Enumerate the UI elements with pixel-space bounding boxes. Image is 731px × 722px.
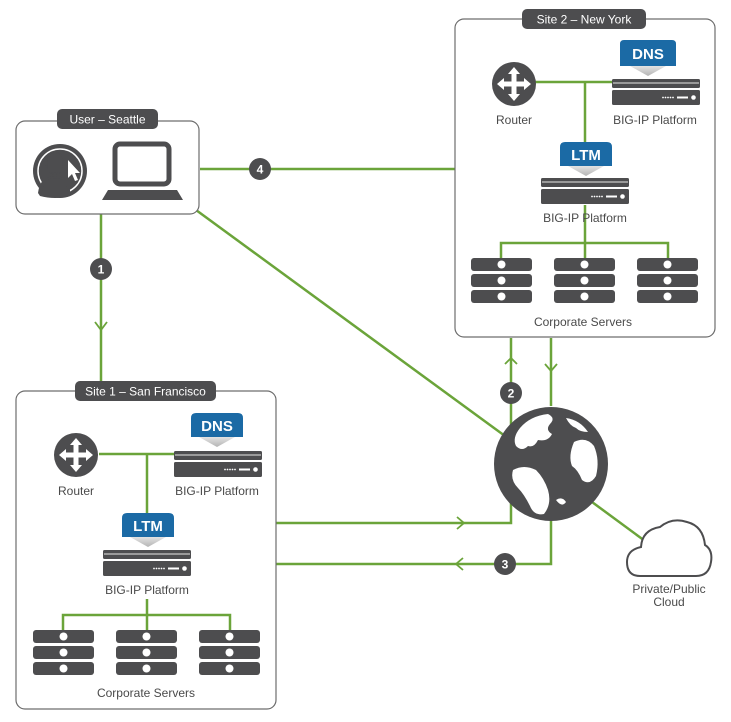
router-icon (492, 62, 536, 106)
site1-server-icon (199, 630, 260, 675)
site2-ltm-badge-label: LTM (571, 147, 601, 164)
link-site1-internet-out (276, 490, 513, 525)
user-site-title: User – Seattle (69, 113, 145, 127)
step-3-marker: 3 (494, 553, 516, 575)
step-4-label: 4 (257, 163, 264, 177)
site2-dns-badge-label: DNS (632, 46, 664, 63)
user-cursor-icon (33, 144, 87, 198)
cloud-label-line1: Private/Public (632, 582, 705, 596)
site1-title: Site 1 – San Francisco (85, 385, 206, 399)
site2-server-icon (637, 258, 698, 303)
site1-ltm-bigip-icon (103, 550, 191, 576)
cloud-label-line2: Cloud (653, 595, 684, 609)
user-site: User – Seattle (15, 109, 200, 215)
site1-router-label: Router (58, 484, 94, 498)
site2: Site 2 – New York Router DNS BIG-IP Plat… (454, 9, 716, 338)
site2-server-icon (471, 258, 532, 303)
site2-server-icon (554, 258, 615, 303)
site2-dns-platform-label: BIG-IP Platform (613, 113, 697, 127)
site2-ltm-bigip-icon (541, 178, 629, 204)
globe-icon (494, 407, 608, 521)
site1-servers-label: Corporate Servers (97, 686, 195, 700)
site1-dns-badge-label: DNS (201, 418, 233, 435)
gslb-diagram: User – Seattle Site 2 – New York Router … (15, 9, 716, 710)
cloud-icon (625, 519, 713, 577)
step-4-marker: 4 (249, 158, 271, 180)
site2-title: Site 2 – New York (537, 13, 633, 27)
site2-ltm-platform-label: BIG-IP Platform (543, 211, 627, 225)
step-2-label: 2 (508, 387, 515, 401)
site2-servers-label: Corporate Servers (534, 315, 632, 329)
step-2-marker: 2 (500, 382, 522, 404)
site1-ltm-platform-label: BIG-IP Platform (105, 583, 189, 597)
site1: Site 1 – San Francisco Router DNS BIG-IP… (15, 381, 277, 710)
site2-router-label: Router (496, 113, 532, 127)
site1-ltm-badge-label: LTM (133, 518, 163, 535)
step-1-label: 1 (98, 263, 105, 277)
router-icon (54, 433, 98, 477)
step-3-label: 3 (502, 558, 509, 572)
site1-server-icon (116, 630, 177, 675)
site1-server-icon (33, 630, 94, 675)
site2-dns-bigip-icon (612, 79, 700, 105)
site1-dns-platform-label: BIG-IP Platform (175, 484, 259, 498)
link-internet-cloud (591, 500, 646, 543)
site1-dns-bigip-icon (174, 451, 262, 477)
step-1-marker: 1 (90, 258, 112, 280)
